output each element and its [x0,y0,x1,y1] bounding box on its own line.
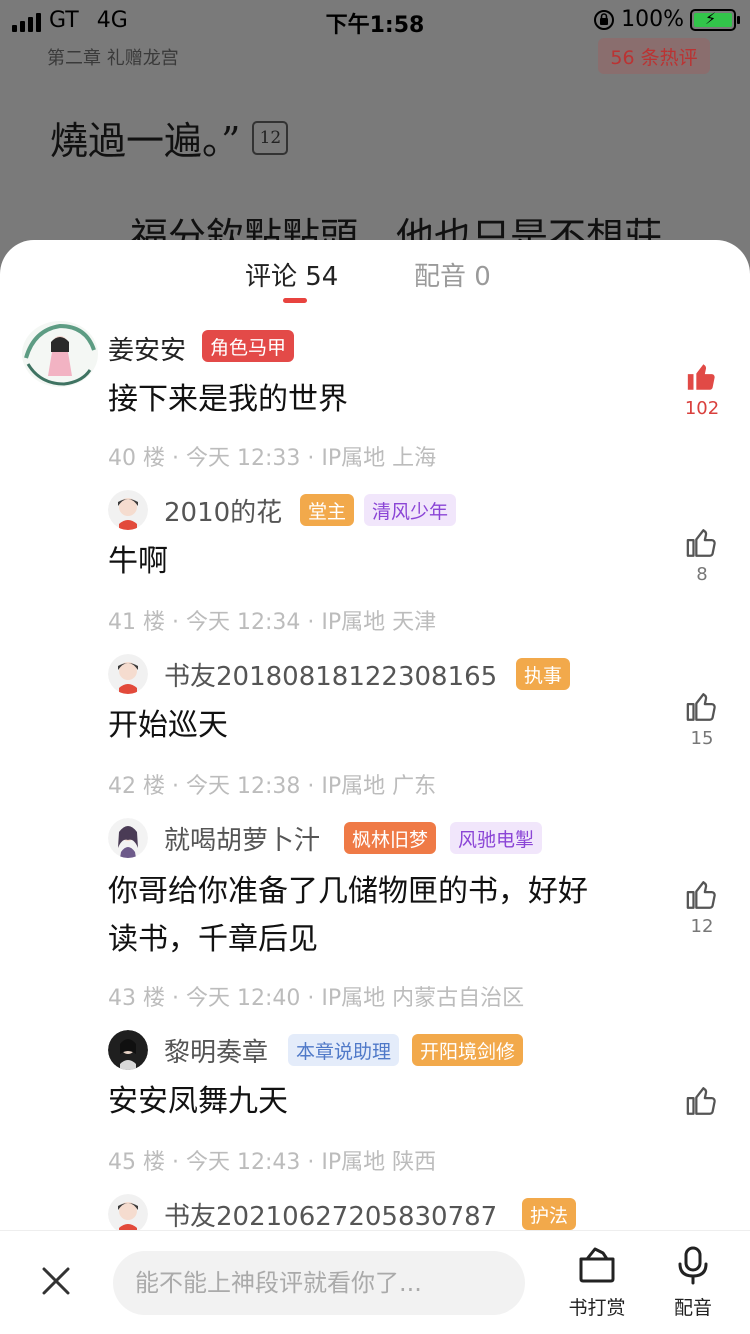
comment-meta: 41 楼 · 今天 12:34 · IP属地 天津 [108,610,437,635]
user-tag: 风驰电掣 [450,822,543,854]
username[interactable]: 就喝胡萝卜汁 [164,820,320,857]
like-count: 15 [690,728,714,749]
user-tag: 开阳境剑修 [412,1034,524,1066]
tab-dubbing[interactable]: 配音 0 [414,256,491,293]
comment-meta: 42 楼 · 今天 12:38 · IP属地 广东 [108,774,437,799]
user-tag: 执事 [516,658,571,690]
dubbing-label: 配音 [673,1297,712,1319]
username[interactable]: 书友20180818122308165 [164,656,497,693]
user-tag: 护法 [522,1198,577,1230]
user-tag: 堂主 [300,494,355,526]
avatar[interactable] [20,320,100,388]
user-tag: 本章说助理 [288,1034,400,1066]
comment-text: 接下来是我的世界 [108,382,348,417]
thumbs-up-icon [686,1087,716,1115]
username[interactable]: 书友20210627205830787 [164,1196,497,1233]
like-count: 12 [690,916,714,937]
reader-text-line: 燒過一遍。” 12 [50,110,289,165]
chapter-title: 第二章 礼赠龙宫 [47,48,179,69]
comment-meta: 45 楼 · 今天 12:43 · IP属地 陕西 [108,1150,437,1175]
orientation-lock-icon [594,9,615,30]
thumbs-up-filled-icon [687,364,715,390]
comment-input[interactable] [113,1251,525,1315]
username[interactable]: 黎明奏章 [164,1032,268,1069]
like-button[interactable] [682,1084,722,1122]
battery-icon: ⚡ [690,8,740,31]
comment-text: 牛啊 [108,544,168,579]
status-bar: GT 4G 下午1:58 100% ⚡ [0,0,750,40]
hot-comments-badge[interactable]: 56 条热评 [598,38,710,74]
avatar[interactable] [108,818,148,858]
user-tag: 清风少年 [364,494,457,526]
comment-text-line: 你哥给你准备了几储物匣的书，好好 [108,874,588,909]
tab-bar: 评论 54 配音 0 [0,240,750,310]
book-reward-button[interactable]: 书打赏 [562,1245,632,1320]
username[interactable]: 2010的花 [164,492,282,529]
avatar[interactable] [108,654,148,694]
user-tag: 角色马甲 [202,330,295,362]
like-count: 8 [696,564,708,585]
username[interactable]: 姜安安 [108,330,186,367]
book-reward-label: 书打赏 [568,1297,626,1319]
dubbing-button[interactable]: 配音 [658,1245,728,1320]
like-count: 102 [684,398,720,419]
close-button[interactable] [38,1263,74,1299]
tab-comments[interactable]: 评论 54 [245,256,338,293]
battery-percent: 100% [621,7,684,32]
comment-meta: 40 楼 · 今天 12:33 · IP属地 上海 [108,446,437,471]
like-button[interactable]: 102 [682,360,722,419]
reader-text: 燒過一遍。” [50,119,241,163]
close-icon [42,1267,70,1295]
thumbs-up-icon [686,693,716,721]
avatar[interactable] [108,1030,148,1070]
paragraph-comment-count[interactable]: 12 [252,120,289,155]
tab-indicator [283,298,307,303]
comment-text-line: 读书，千章后见 [108,922,318,957]
bottom-bar: 书打赏 配音 [0,1230,750,1334]
user-tag: 枫林旧梦 [344,822,437,854]
avatar[interactable] [108,1194,148,1234]
like-button[interactable]: 15 [682,690,722,749]
comment-meta: 43 楼 · 今天 12:40 · IP属地 内蒙古自治区 [108,986,525,1011]
thumbs-up-icon [686,529,716,557]
like-button[interactable]: 8 [682,526,722,585]
comment-text: 开始巡天 [108,708,228,743]
thumbs-up-icon [686,881,716,909]
comment-text: 你哥给你准备了几储物匣的书，好好 读书，千章后见 [108,868,648,964]
like-button[interactable]: 12 [682,878,722,937]
gift-icon [579,1247,615,1283]
avatar[interactable] [108,490,148,530]
microphone-icon [678,1246,708,1285]
comments-sheet: 评论 54 配音 0 姜安安 角色马甲 接下来是我的世界 40 楼 · 今天 1… [0,240,750,1334]
comment-text: 安安凤舞九天 [108,1084,288,1119]
